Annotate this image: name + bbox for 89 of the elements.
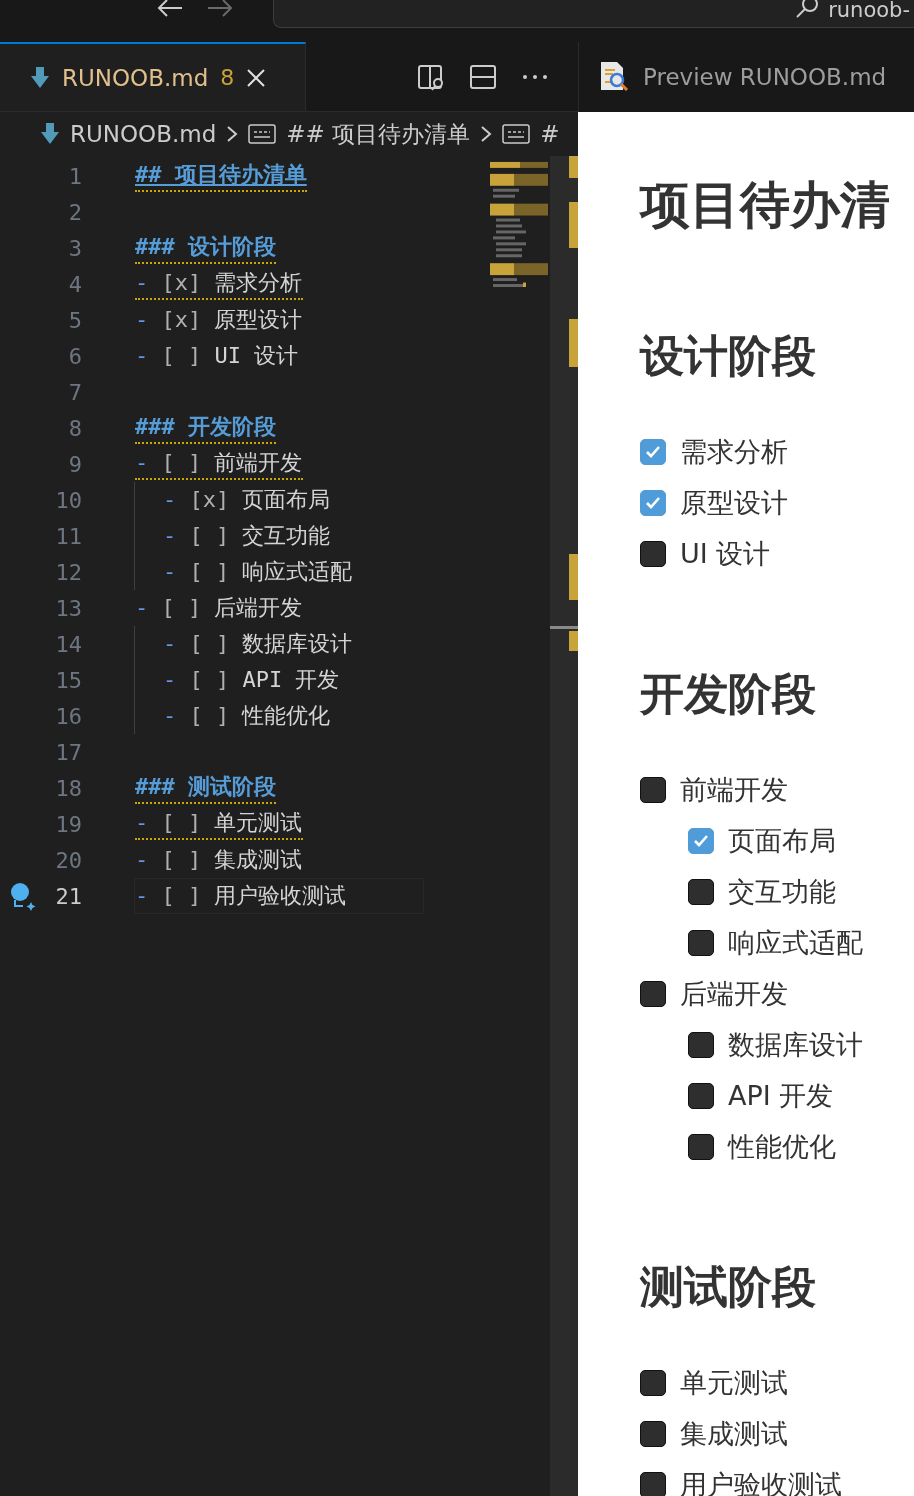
- text-symbol-icon: [502, 124, 531, 144]
- code-task-line: - [ ] 单元测试: [135, 808, 303, 840]
- code-task-line: - [ ] 集成测试: [135, 846, 303, 874]
- search-text: runoob-: [828, 0, 910, 22]
- checkbox[interactable]: [688, 1133, 714, 1160]
- scrollbar-track[interactable]: [550, 156, 578, 1496]
- checkbox[interactable]: [688, 929, 714, 956]
- line-number: 4: [67, 271, 82, 297]
- editor-tab[interactable]: RUNOOB.md 8: [0, 42, 306, 111]
- code-heading: ### 设计阶段: [135, 232, 276, 264]
- text-symbol-icon: [248, 124, 277, 144]
- code-task-line: - [ ] 性能优化: [163, 702, 331, 730]
- section-heading: 开发阶段: [640, 667, 817, 721]
- code-task-line: - [x] 需求分析: [135, 268, 303, 300]
- code-task-line: - [x] 原型设计: [135, 306, 303, 334]
- task-label: 后端开发: [680, 976, 788, 1011]
- checkbox[interactable]: [688, 878, 714, 905]
- task-label: 需求分析: [680, 434, 788, 469]
- problem-count: 8: [220, 65, 235, 90]
- line-number: 15: [54, 667, 82, 693]
- code-task-line: - [ ] 交互功能: [163, 522, 331, 550]
- line-number: 7: [67, 379, 82, 405]
- code-task-line: - [x] 页面布局: [163, 486, 331, 514]
- code-heading: ## 项目待办清单: [135, 160, 307, 192]
- checkbox[interactable]: [640, 489, 666, 516]
- section-heading: 测试阶段: [640, 1260, 817, 1314]
- task-label: 前端开发: [680, 772, 788, 807]
- checkbox[interactable]: [640, 540, 666, 567]
- chevron-icon: [226, 125, 239, 143]
- preview-tab[interactable]: Preview RUNOOB.md: [578, 42, 914, 112]
- line-number: 19: [54, 811, 82, 837]
- task-label: UI 设计: [680, 536, 771, 571]
- download-arrow-icon: [30, 66, 50, 89]
- close-icon[interactable]: [246, 67, 267, 88]
- line-number: 5: [67, 307, 82, 333]
- task-label: 交互功能: [728, 874, 836, 909]
- line-number: 21: [54, 883, 82, 909]
- task-label: 页面布局: [728, 823, 836, 858]
- back-arrow-icon[interactable]: [155, 0, 185, 18]
- checkbox[interactable]: [640, 1471, 666, 1496]
- checkbox[interactable]: [640, 980, 666, 1007]
- checkbox[interactable]: [688, 1082, 714, 1109]
- code-task-line: - [ ] 用户验收测试: [135, 882, 347, 910]
- line-number: 20: [54, 847, 82, 873]
- line-number: 11: [54, 523, 82, 549]
- line-number: 2: [67, 199, 82, 225]
- chevron-icon: [480, 125, 493, 143]
- checkbox[interactable]: [688, 1031, 714, 1058]
- checkbox[interactable]: [640, 776, 666, 803]
- code-task-line: - [ ] 前端开发: [135, 448, 303, 480]
- line-number: 3: [67, 235, 82, 261]
- line-number: 18: [54, 775, 82, 801]
- task-label: 集成测试: [680, 1416, 788, 1451]
- code-task-line: - [ ] 数据库设计: [163, 630, 353, 658]
- checkbox[interactable]: [640, 1369, 666, 1396]
- checkbox[interactable]: [640, 438, 666, 465]
- line-number: 16: [54, 703, 82, 729]
- line-number: 17: [54, 739, 82, 765]
- code-task-line: - [ ] API 开发: [163, 666, 340, 694]
- checkbox[interactable]: [640, 1420, 666, 1447]
- code-heading: ### 测试阶段: [135, 772, 276, 804]
- line-number: 6: [67, 343, 82, 369]
- line-number: 8: [67, 415, 82, 441]
- task-label: 响应式适配: [728, 925, 863, 960]
- line-number: 14: [54, 631, 82, 657]
- code-task-line: - [ ] 响应式适配: [163, 558, 353, 586]
- checkbox[interactable]: [688, 827, 714, 854]
- search-field[interactable]: runoob-: [273, 0, 914, 28]
- task-label: 单元测试: [680, 1365, 788, 1400]
- task-label: 性能优化: [728, 1129, 836, 1164]
- task-label: API 开发: [728, 1078, 834, 1113]
- forward-arrow-icon[interactable]: [205, 0, 235, 18]
- line-number: 1: [67, 163, 82, 189]
- task-label: 数据库设计: [728, 1027, 863, 1062]
- breadcrumb-item[interactable]: #: [540, 121, 560, 147]
- section-heading: 设计阶段: [640, 329, 817, 383]
- code-task-line: - [ ] 后端开发: [135, 594, 303, 622]
- line-number: 9: [67, 451, 82, 477]
- line-number: 13: [54, 595, 82, 621]
- download-arrow-icon: [40, 123, 60, 145]
- preview-title: 项目待办清: [640, 175, 891, 236]
- line-number: 12: [54, 559, 82, 585]
- task-label: 原型设计: [680, 485, 788, 520]
- breadcrumb-item[interactable]: ## 项目待办清单: [286, 118, 471, 150]
- search-icon: [794, 0, 821, 20]
- code-heading: ### 开发阶段: [135, 412, 276, 444]
- code-task-line: - [ ] UI 设计: [135, 342, 299, 370]
- breadcrumb-item[interactable]: RUNOOB.md: [70, 121, 217, 147]
- line-number: 10: [54, 487, 82, 513]
